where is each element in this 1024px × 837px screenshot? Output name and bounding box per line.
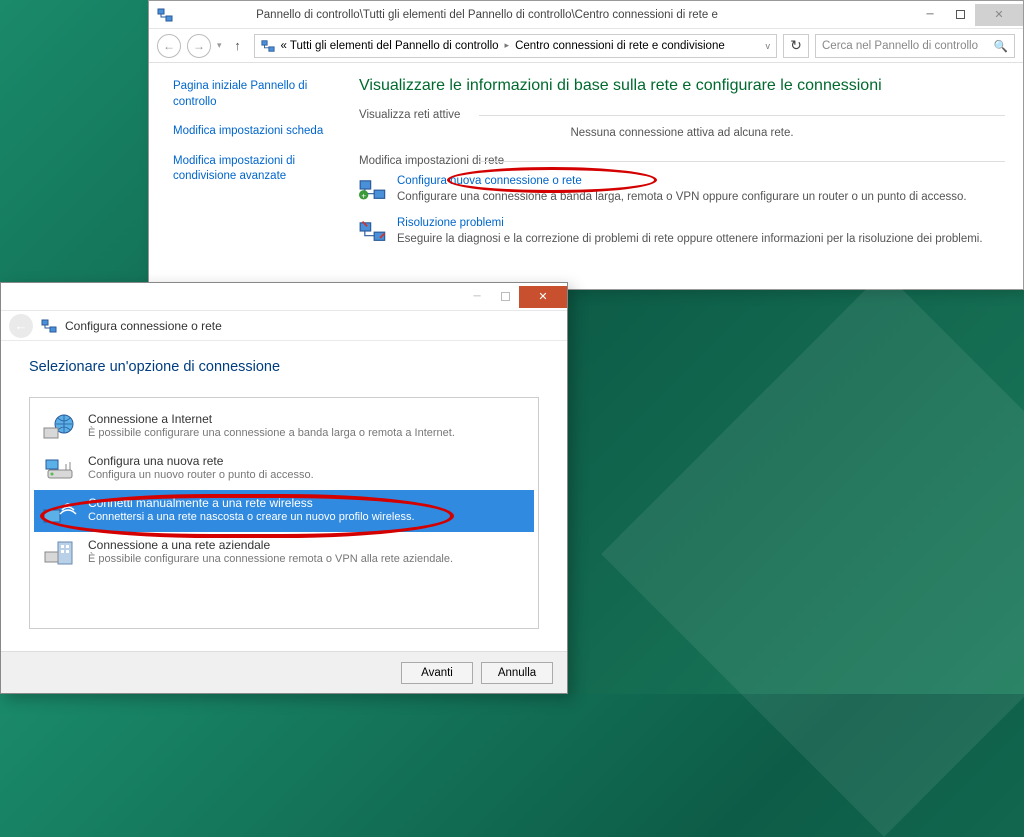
globe-icon (42, 412, 78, 442)
dialog-back-button[interactable] (9, 314, 33, 338)
diagnose-icon (359, 219, 387, 243)
window-controls (915, 4, 1023, 26)
troubleshoot-desc: Eseguire la diagnosi e la correzione di … (397, 231, 983, 247)
option-title: Connessione a una rete aziendale (88, 538, 453, 552)
minimize-button[interactable] (915, 4, 945, 26)
titlebar: Pannello di controllo\Tutti gli elementi… (149, 1, 1023, 29)
breadcrumb-segment[interactable]: « Tutti gli elementi del Pannello di con… (281, 40, 499, 52)
network-icon (261, 39, 275, 53)
back-button[interactable]: ← (157, 34, 181, 58)
forward-button[interactable]: → (187, 34, 211, 58)
sidebar-link-sharing[interactable]: Modifica impostazioni di condivisione av… (173, 154, 337, 185)
troubleshoot-item[interactable]: Risoluzione problemi Eseguire la diagnos… (359, 217, 1005, 247)
dialog-minimize-button[interactable] (463, 286, 491, 308)
search-icon: 🔍 (994, 39, 1008, 53)
control-panel-window: Pannello di controllo\Tutti gli elementi… (148, 0, 1024, 290)
configure-connection-item[interactable]: + Configura nuova connessione o rete Con… (359, 175, 1005, 205)
refresh-button[interactable]: ↻ (783, 34, 809, 58)
wireless-icon (42, 496, 78, 526)
dialog-footer: Avanti Annulla (1, 651, 567, 693)
sidebar: Pagina iniziale Pannello di controllo Mo… (149, 63, 349, 289)
configure-connection-dialog: Configura connessione o rete Selezionare… (0, 282, 568, 694)
cancel-button[interactable]: Annulla (481, 662, 553, 684)
dialog-header: Configura connessione o rete (1, 311, 567, 341)
dialog-header-title: Configura connessione o rete (65, 319, 222, 333)
modify-settings-label: Modifica impostazioni di rete (359, 155, 504, 167)
option-title: Connetti manualmente a una rete wireless (88, 496, 415, 510)
sidebar-link-home[interactable]: Pagina iniziale Pannello di controllo (173, 79, 337, 110)
configure-connection-desc: Configurare una connessione a banda larg… (397, 189, 967, 205)
no-active-network-text: Nessuna connessione attiva ad alcuna ret… (359, 127, 1005, 139)
configure-connection-link[interactable]: Configura nuova connessione o rete (397, 175, 967, 187)
dialog-body-title: Selezionare un'opzione di connessione (29, 359, 539, 375)
option-desc: Connettersi a una rete nascosta o creare… (88, 511, 415, 523)
search-placeholder: Cerca nel Pannello di controllo (822, 40, 978, 52)
network-icon (41, 318, 57, 334)
sidebar-link-adapter[interactable]: Modifica impostazioni scheda (173, 124, 337, 140)
router-icon (42, 454, 78, 484)
page-heading: Visualizzare le informazioni di base sul… (359, 77, 1005, 95)
option-new-network[interactable]: Configura una nuova rete Configura un nu… (34, 448, 534, 490)
window-title: Pannello di controllo\Tutti gli elementi… (179, 9, 915, 21)
chevron-right-icon: ▸ (505, 40, 510, 51)
option-title: Connessione a Internet (88, 412, 455, 426)
dialog-titlebar (1, 283, 567, 311)
option-desc: È possibile configurare una connessione … (88, 553, 453, 565)
search-input[interactable]: Cerca nel Pannello di controllo 🔍 (815, 34, 1015, 58)
active-networks-label: Visualizza reti attive (359, 109, 1005, 121)
history-dropdown-icon[interactable]: ▾ (217, 40, 222, 51)
option-manual-wireless[interactable]: Connetti manualmente a una rete wireless… (34, 490, 534, 532)
network-icon (157, 7, 173, 23)
close-button[interactable] (975, 4, 1023, 26)
maximize-button[interactable] (945, 4, 975, 26)
next-button[interactable]: Avanti (401, 662, 473, 684)
option-internet[interactable]: Connessione a Internet È possibile confi… (34, 406, 534, 448)
chevron-down-icon[interactable]: v (766, 41, 771, 51)
connection-option-list: Connessione a Internet È possibile confi… (29, 397, 539, 629)
option-workplace[interactable]: Connessione a una rete aziendale È possi… (34, 532, 534, 574)
dialog-close-button[interactable] (519, 286, 567, 308)
option-desc: Configura un nuovo router o punto di acc… (88, 469, 314, 481)
toolbar: ← → ▾ ↑ « Tutti gli elementi del Pannell… (149, 29, 1023, 63)
dialog-maximize-button[interactable] (491, 286, 519, 308)
option-title: Configura una nuova rete (88, 454, 314, 468)
option-desc: È possibile configurare una connessione … (88, 427, 455, 439)
svg-text:+: + (361, 191, 366, 200)
breadcrumb-segment[interactable]: Centro connessioni di rete e condivision… (515, 40, 725, 52)
troubleshoot-link[interactable]: Risoluzione problemi (397, 217, 983, 229)
network-plus-icon: + (359, 177, 387, 201)
main-content: Visualizzare le informazioni di base sul… (349, 63, 1023, 289)
breadcrumb[interactable]: « Tutti gli elementi del Pannello di con… (254, 34, 777, 58)
up-button[interactable]: ↑ (228, 34, 248, 58)
building-icon (42, 538, 78, 568)
